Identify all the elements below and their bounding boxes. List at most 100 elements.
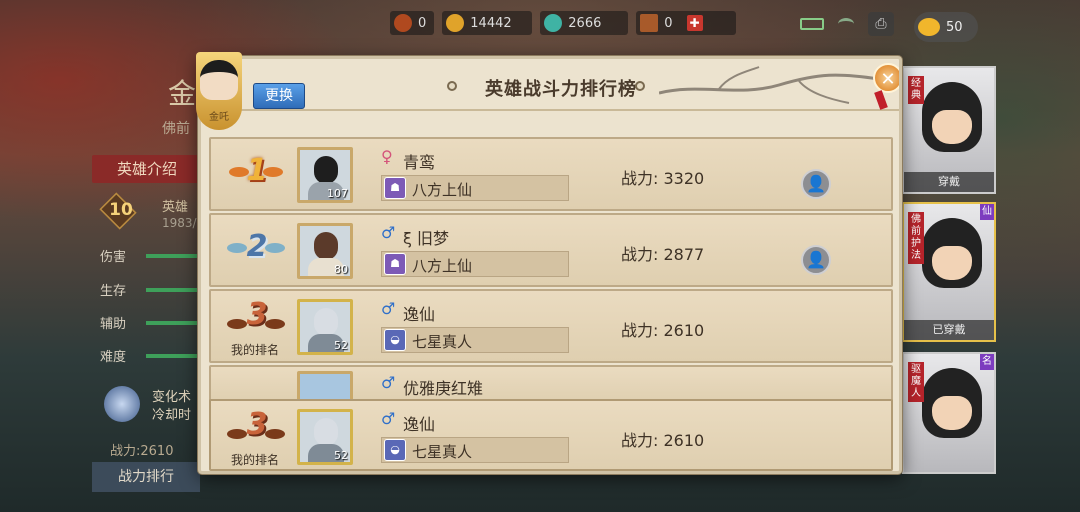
stat-label: 辅助 xyxy=(100,317,127,332)
skin-tag: 经典 xyxy=(908,76,924,104)
player-title: ☗ 八方上仙 xyxy=(381,175,569,201)
skin-rarity-tag: 名 xyxy=(980,354,994,370)
skin-status: 穿戴 xyxy=(904,172,994,192)
add-friend-button[interactable]: 👤 xyxy=(801,169,831,199)
ranking-dialog: 英雄战斗力排行榜 1 107 ♀ 青鸾 ☗ 八方上仙 战力: 3320 👤 2 … xyxy=(198,56,902,474)
jade-icon xyxy=(544,14,563,32)
resource-tower-value: 0 xyxy=(664,15,673,31)
skill-cooldown: 冷却时 xyxy=(152,408,192,423)
my-avatar-label: 金吒 xyxy=(209,112,229,123)
player-avatar[interactable]: 52 xyxy=(297,409,353,465)
skin-rarity-tag: 仙 xyxy=(980,204,994,220)
player-name: 逸仙 xyxy=(403,305,436,324)
gold-ingot-icon xyxy=(446,14,465,32)
stat-label: 伤害 xyxy=(100,250,127,265)
hero-exp-value: 1983/ xyxy=(162,216,197,230)
stat-bar xyxy=(146,354,202,358)
rank-number: 3 xyxy=(246,407,268,442)
avatar-head xyxy=(314,156,338,184)
skin-tag: 佛前护法 xyxy=(908,212,924,264)
my-ranking-row[interactable]: 3 我的排名 52 ♂ 逸仙 ◒ 七星真人 战力: 2610 xyxy=(209,399,893,471)
resource-jade-value: 2666 xyxy=(568,15,602,31)
avatar-head xyxy=(314,418,338,446)
rank-number: 1 xyxy=(246,153,268,188)
battery-icon xyxy=(800,18,824,30)
title-rank-icon: ◒ xyxy=(384,439,406,461)
player-level: 52 xyxy=(334,449,348,462)
male-icon: ♂ xyxy=(381,409,396,428)
hero-skin-card[interactable]: 驱魔人 名 xyxy=(902,352,996,474)
add-friend-button[interactable]: 👤 xyxy=(801,245,831,275)
ranking-row[interactable]: 1 107 ♀ 青鸾 ☗ 八方上仙 战力: 3320 👤 xyxy=(209,137,893,211)
player-avatar[interactable]: 80 xyxy=(297,223,353,279)
resource-energy[interactable]: 0 xyxy=(390,11,435,35)
screenshot-button[interactable]: ⎙ xyxy=(868,12,894,36)
hero-portrait xyxy=(922,368,982,438)
male-icon: ♂ xyxy=(381,223,396,242)
stat-label: 难度 xyxy=(100,350,127,365)
player-power: 战力: 3320 xyxy=(621,169,705,188)
status-icons: ⎙ xyxy=(800,12,894,36)
resource-gold-value: 14442 xyxy=(470,15,512,31)
power-ranking-button[interactable]: 战力排行 xyxy=(92,462,200,492)
avatar-head xyxy=(314,308,338,336)
dialog-header: 英雄战斗力排行榜 xyxy=(201,59,899,111)
energy-icon xyxy=(394,14,412,32)
hero-level: 10 xyxy=(109,200,133,220)
title-ornament-icon xyxy=(635,81,645,91)
resource-tower[interactable]: 0 ✚ xyxy=(636,11,737,35)
rank-number: 3 xyxy=(246,297,268,332)
skill-icon[interactable] xyxy=(104,386,140,422)
player-title: ☗ 八方上仙 xyxy=(381,251,569,277)
resource-bar: 0 14442 2666 0 ✚ xyxy=(390,8,737,38)
resource-energy-value: 0 xyxy=(418,15,427,31)
rank-number: 2 xyxy=(246,229,268,264)
player-power: 战力: 2610 xyxy=(621,431,705,450)
male-icon: ♂ xyxy=(381,299,396,318)
my-rank-label: 我的排名 xyxy=(230,453,279,467)
skill-title: 变化术 xyxy=(152,390,192,405)
change-avatar-button[interactable]: 更换 xyxy=(253,83,305,109)
player-name: ξ 旧梦 xyxy=(403,229,450,248)
hero-intro-button[interactable]: 英雄介绍 xyxy=(92,155,202,183)
player-avatar[interactable]: 107 xyxy=(297,147,353,203)
player-power: 战力: 2610 xyxy=(621,321,705,340)
female-icon: ♀ xyxy=(381,147,393,166)
hero-skin-card[interactable]: 经典 穿戴 xyxy=(902,66,996,194)
hero-exp-label: 英雄 xyxy=(162,200,189,215)
ranking-row[interactable]: 2 80 ♂ ξ 旧梦 ☗ 八方上仙 战力: 2877 👤 xyxy=(209,213,893,287)
close-button[interactable]: ✕ xyxy=(873,63,899,93)
resource-jade[interactable]: 2666 xyxy=(540,11,629,35)
resource-gold[interactable]: 14442 xyxy=(442,11,533,35)
title-rank-icon: ☗ xyxy=(384,177,406,199)
player-title-text: 八方上仙 xyxy=(412,181,473,199)
player-power: 战力: 2877 xyxy=(621,245,705,264)
my-avatar-portrait xyxy=(200,60,238,100)
wifi-icon xyxy=(838,18,854,30)
add-resource-button[interactable]: ✚ xyxy=(686,15,703,31)
premium-currency[interactable]: 50 xyxy=(914,12,978,42)
hero-info-panel: 金 佛前 英雄介绍 10 英雄 1983/ 伤害 生存 辅助 难度 变化术 冷却… xyxy=(0,0,202,512)
title-rank-icon: ☗ xyxy=(384,253,406,275)
stat-label: 生存 xyxy=(100,284,127,299)
player-title-text: 七星真人 xyxy=(412,443,473,461)
player-avatar[interactable]: 52 xyxy=(297,299,353,355)
player-title-text: 七星真人 xyxy=(412,333,473,351)
player-name: 逸仙 xyxy=(403,415,436,434)
stat-bar xyxy=(146,288,202,292)
hero-subtitle: 佛前 xyxy=(162,121,190,137)
male-icon: ♂ xyxy=(381,373,396,392)
player-level: 80 xyxy=(334,263,348,276)
title-rank-icon: ◒ xyxy=(384,329,406,351)
player-level: 52 xyxy=(334,339,348,352)
hero-name: 金 xyxy=(168,77,197,110)
my-rank-label: 我的排名 xyxy=(230,343,279,357)
avatar-head xyxy=(314,232,338,260)
hero-power: 战力:2610 xyxy=(110,444,174,459)
hero-skin-card[interactable]: 佛前护法 仙 已穿戴 xyxy=(902,202,996,342)
ranking-row[interactable]: 3 我的排名 52 ♂ 逸仙 ◒ 七星真人 战力: 2610 xyxy=(209,289,893,363)
stat-bar xyxy=(146,254,202,258)
player-title: ◒ 七星真人 xyxy=(381,437,569,463)
branch-decoration-icon xyxy=(659,66,879,104)
gold-coin-icon xyxy=(918,18,940,36)
